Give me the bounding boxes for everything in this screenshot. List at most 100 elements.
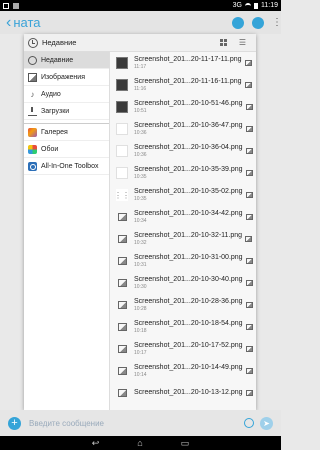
image-notification-icon: [13, 2, 19, 9]
sidebar-item-label: Изображения: [41, 73, 85, 81]
file-time: 10:30: [134, 283, 147, 290]
file-name: Screenshot_201...20-10-30-40.png: [134, 275, 243, 283]
file-name: Screenshot_201...20-10-31-00.png: [134, 253, 243, 261]
file-name: Screenshot_201...20-10-13-12.png: [134, 389, 243, 396]
file-list-item[interactable]: Screenshot_201...20-11-16-11.png 11:16: [110, 74, 256, 96]
file-time: 10:35: [134, 173, 147, 180]
sidebar-item-downloads[interactable]: Загрузки: [24, 103, 109, 120]
file-thumbnail: [116, 233, 128, 245]
file-list-item[interactable]: Screenshot_201...20-10-35-39.png 10:35: [110, 162, 256, 184]
image-type-icon: [245, 82, 252, 88]
file-list-item[interactable]: Screenshot_201...20-10-14-49.png 10:14: [110, 360, 256, 382]
file-name: Screenshot_201...20-10-51-46.png: [134, 99, 243, 107]
file-time: 10:31: [134, 261, 147, 268]
file-thumbnail: [116, 387, 128, 399]
sidebar-item-recent[interactable]: Недавние: [24, 52, 109, 69]
sidebar-item-label: Обои: [41, 145, 59, 153]
file-time: 10:18: [134, 327, 147, 334]
sidebar-item-gallery[interactable]: Галерея: [24, 124, 109, 141]
emoji-icon[interactable]: [244, 418, 254, 428]
conversation-title: ната: [13, 15, 41, 30]
file-list-item[interactable]: Screenshot_201...20-10-34-42.png 10:34: [110, 206, 256, 228]
file-name: Screenshot_201...20-10-17-52.png: [134, 341, 243, 349]
image-icon: [28, 72, 37, 82]
message-input[interactable]: Введите сообщение: [29, 419, 104, 428]
attach-button[interactable]: +: [8, 416, 21, 430]
image-type-icon: [245, 104, 253, 110]
file-time: 10:35: [134, 195, 147, 202]
file-list-item[interactable]: Screenshot_201...20-10-32-11.png 10:32: [110, 228, 256, 250]
file-thumbnail: [116, 101, 128, 113]
sidebar-item-toolbox[interactable]: All-In-One Toolbox: [24, 158, 109, 175]
file-time: 10:32: [134, 239, 147, 246]
file-thumbnail: [116, 365, 128, 377]
file-list-item[interactable]: Screenshot_201...20-10-31-00.png 10:31: [110, 250, 256, 272]
sidebar-item-wallpapers[interactable]: Обои: [24, 141, 109, 158]
grid-view-icon[interactable]: [219, 39, 227, 46]
file-list-item[interactable]: Screenshot_201...20-10-28-36.png 10:28: [110, 294, 256, 316]
sidebar-item-images[interactable]: Изображения: [24, 69, 109, 86]
clock-icon: [28, 37, 38, 48]
file-name: Screenshot_201...20-10-34-42.png: [134, 209, 243, 217]
file-thumbnail: [116, 343, 128, 355]
file-name: Screenshot_201...20-11-17-11.png: [134, 55, 242, 63]
file-name: Screenshot_201...20-10-36-47.png: [134, 121, 243, 129]
home-nav-icon[interactable]: ⌂: [137, 438, 142, 448]
file-time: 10:34: [134, 217, 147, 224]
back-icon[interactable]: ‹: [6, 14, 11, 31]
call-action-button[interactable]: [252, 16, 264, 29]
navigation-bar: ↩ ⌂ ▭: [0, 436, 281, 450]
chat-action-button[interactable]: [232, 16, 244, 29]
battery-icon: [254, 2, 258, 9]
file-time: 10:36: [134, 151, 147, 158]
image-type-icon: [245, 258, 253, 264]
status-bar: 3G 11:19: [0, 0, 281, 11]
file-list-item[interactable]: Screenshot_201...20-10-13-12.png: [110, 382, 256, 404]
clock-icon: [28, 55, 37, 65]
image-type-icon: [245, 302, 253, 308]
sidebar-item-label: Загрузки: [41, 107, 70, 115]
sidebar-item-label: Галерея: [41, 128, 68, 136]
recents-nav-icon[interactable]: ▭: [181, 438, 190, 449]
image-type-icon: [245, 346, 253, 352]
image-type-icon: [245, 214, 253, 220]
file-list-item[interactable]: Screenshot_201...20-10-17-52.png 10:17: [110, 338, 256, 360]
file-name: Screenshot_201...20-10-28-36.png: [134, 297, 243, 305]
file-name: Screenshot_201...20-10-35-39.png: [134, 165, 243, 173]
file-list-item[interactable]: Screenshot_201...20-10-51-46.png 10:51: [110, 96, 256, 118]
file-list-item[interactable]: ⋮⋮ Screenshot_201...20-10-35-02.png 10:35: [110, 184, 256, 206]
file-thumbnail: [116, 123, 128, 135]
file-list-item[interactable]: Screenshot_201...20-10-30-40.png 10:30: [110, 272, 256, 294]
sidebar-item-label: Недавние: [41, 56, 74, 64]
file-thumbnail: [116, 277, 128, 289]
file-list-item[interactable]: Screenshot_201...20-10-36-47.png 10:36: [110, 118, 256, 140]
file-thumbnail: [116, 211, 128, 223]
overflow-menu-icon[interactable]: ⋮: [272, 17, 282, 28]
file-thumbnail: ⋮⋮: [114, 189, 130, 201]
send-button[interactable]: ➤: [260, 416, 273, 430]
sidebar-item-audio[interactable]: ♪ Аудио: [24, 86, 109, 103]
sort-icon[interactable]: ☰: [239, 38, 246, 47]
file-list-item[interactable]: Screenshot_201...20-10-18-54.png 10:18: [110, 316, 256, 338]
file-thumbnail: [116, 299, 128, 311]
gallery-icon: [28, 127, 37, 137]
notification-icon: [3, 2, 9, 9]
file-list: Screenshot_201...20-11-17-11.png 11:17 Scr…: [110, 52, 256, 410]
app-bar: ‹ ната ⋮: [0, 11, 282, 34]
file-picker-dialog: Недавние ☰ Недавние Изображения ♪ Аудио …: [24, 34, 256, 410]
audio-icon: ♪: [30, 89, 35, 99]
compose-bar: + Введите сообщение ➤: [0, 410, 281, 436]
file-list-item[interactable]: Screenshot_201...20-10-36-04.png 10:36: [110, 140, 256, 162]
file-time: 10:51: [134, 107, 147, 114]
file-time: 10:17: [134, 349, 147, 356]
file-thumbnail: [116, 79, 128, 91]
file-name: Screenshot_201...20-10-36-04.png: [134, 143, 243, 151]
image-type-icon: [245, 390, 253, 396]
network-type: 3G: [232, 2, 242, 9]
file-list-item[interactable]: Screenshot_201...20-11-17-11.png 11:17: [110, 52, 256, 74]
image-type-icon: [245, 280, 253, 286]
back-nav-icon[interactable]: ↩: [92, 438, 100, 449]
file-name: Screenshot_201...20-10-14-49.png: [134, 363, 243, 371]
clock-time: 11:19: [261, 2, 278, 9]
file-name: Screenshot_201...20-10-35-02.png: [134, 187, 243, 195]
